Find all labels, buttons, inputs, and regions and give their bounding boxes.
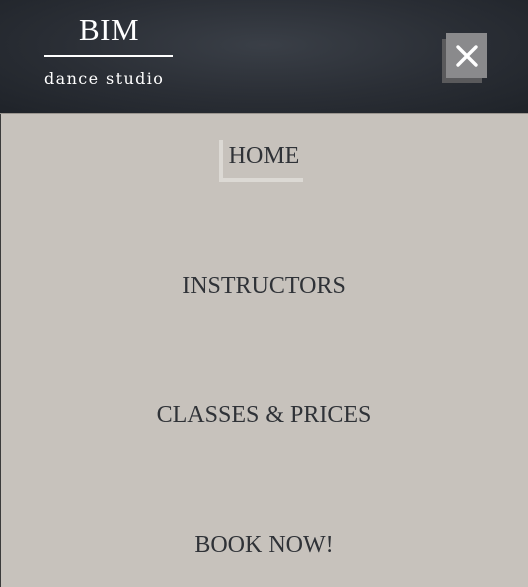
nav-item-classes-prices[interactable]: CLASSES & PRICES (0, 400, 528, 430)
logo-divider (44, 55, 173, 57)
nav-item-instructors[interactable]: INSTRUCTORS (0, 271, 528, 301)
site-header: BIM dance studio (0, 0, 528, 114)
close-menu-button[interactable] (442, 33, 488, 85)
logo[interactable]: BIM dance studio (44, 12, 174, 89)
nav-item-label: BOOK NOW! (194, 532, 334, 558)
left-border (0, 114, 1, 587)
close-x-icon (455, 44, 478, 67)
logo-title: BIM (78, 12, 140, 47)
nav-item-label: INSTRUCTORS (182, 273, 346, 299)
nav-item-label: CLASSES & PRICES (156, 402, 372, 428)
nav-item-label: HOME (228, 143, 300, 169)
logo-subtitle: dance studio (44, 69, 165, 88)
close-button-face[interactable] (446, 33, 487, 78)
nav-item-book-now[interactable]: BOOK NOW! (0, 530, 528, 560)
nav-item-home[interactable]: HOME (0, 141, 528, 171)
